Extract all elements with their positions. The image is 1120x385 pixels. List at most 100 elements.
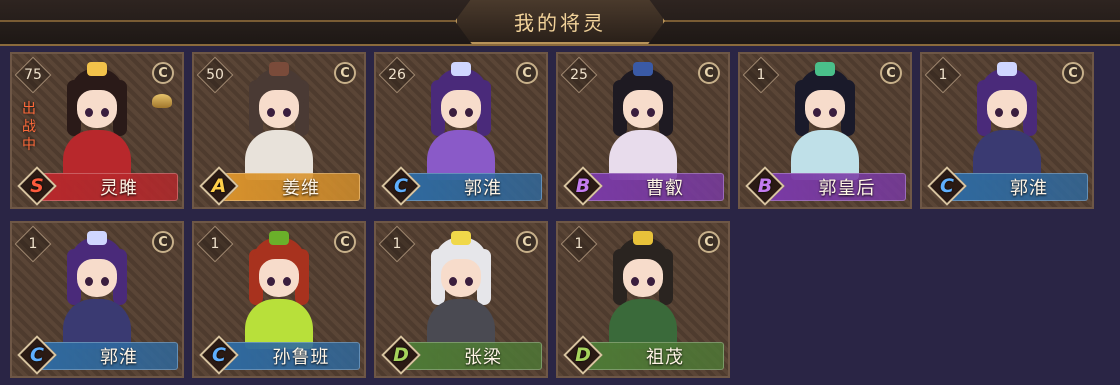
eye-right [101,108,109,117]
spirit-card[interactable]: 75 C 出战中 灵雎 S [10,52,184,209]
grade-badge: B [566,169,600,203]
face [805,90,845,128]
name-bar: 郭淮 [400,173,542,201]
zhangliang-portrait [405,229,517,349]
grade-letter: C [394,175,408,197]
spirit-card[interactable]: 50 C 姜维 A [192,52,366,209]
head-ornament [451,62,471,76]
level-value: 1 [392,236,402,252]
grade-letter: B [757,175,773,197]
currency-icon[interactable]: C [1062,62,1084,84]
name-bar: 祖茂 [582,342,724,370]
grade-badge: C [20,338,54,372]
spirit-name: 郭淮 [464,178,502,199]
level-value: 75 [24,67,42,83]
face [987,90,1027,128]
currency-icon[interactable]: C [334,231,356,253]
name-bar: 张梁 [400,342,542,370]
guohuai-portrait [405,60,517,180]
currency-glyph: C [704,65,714,81]
eye-left [85,277,93,286]
currency-icon[interactable]: C [698,62,720,84]
spirit-name: 郭淮 [100,347,138,368]
spirit-card[interactable]: 26 C 郭淮 C [374,52,548,209]
caorui-portrait [587,60,699,180]
grade-letter: B [575,175,591,197]
name-bar: 灵雎 [36,173,178,201]
currency-icon[interactable]: C [152,62,174,84]
currency-icon[interactable]: C [880,62,902,84]
currency-icon[interactable]: C [334,62,356,84]
head-ornament [87,231,107,245]
level-value: 26 [388,67,406,83]
grade-letter: A [211,175,227,197]
grade-badge: S [20,169,54,203]
currency-glyph: C [886,65,896,81]
guohuai-portrait [41,229,153,349]
face [623,259,663,297]
name-bar: 孙鲁班 [218,342,360,370]
spirit-name: 郭皇后 [818,178,876,199]
name-bar: 郭淮 [36,342,178,370]
lingju-portrait [41,60,153,180]
header-divider-left [0,20,455,22]
grade-letter: S [30,175,44,197]
spirit-card[interactable]: 1 C 祖茂 D [556,221,730,378]
currency-icon[interactable]: C [516,231,538,253]
currency-glyph: C [158,234,168,250]
jiangwei-portrait [223,60,335,180]
grade-badge: B [748,169,782,203]
grade-badge: C [384,169,418,203]
level-value: 1 [938,67,948,83]
currency-glyph: C [340,234,350,250]
face [623,90,663,128]
currency-icon[interactable]: C [152,231,174,253]
spirit-card[interactable]: 1 C 孙鲁班 C [192,221,366,378]
level-value: 1 [210,236,220,252]
spirit-card[interactable]: 1 C 张梁 D [374,221,548,378]
page-title: 我的将灵 [514,10,606,35]
spirit-name: 姜维 [282,178,320,199]
spirit-name: 灵雎 [100,178,138,199]
eye-left [995,108,1003,117]
level-value: 50 [206,67,224,83]
grade-letter: C [940,175,954,197]
head-ornament [451,231,471,245]
eye-left [631,108,639,117]
name-bar: 姜维 [218,173,360,201]
eye-left [449,277,457,286]
head-ornament [815,62,835,76]
head-ornament [997,62,1017,76]
eye-left [631,277,639,286]
eye-right [829,108,837,117]
grade-badge: D [384,338,418,372]
eye-right [465,108,473,117]
guohuai-portrait [951,60,1063,180]
spirit-name: 孙鲁班 [272,347,330,368]
spirit-card[interactable]: 25 C 曹叡 B [556,52,730,209]
spirit-name: 张梁 [464,347,502,368]
top-header-bar: 我的将灵 [0,0,1120,46]
head-ornament [269,231,289,245]
level-value: 25 [570,67,588,83]
spirit-card[interactable]: 1 C 郭皇后 B [738,52,912,209]
name-bar: 郭皇后 [764,173,906,201]
currency-icon[interactable]: C [698,231,720,253]
currency-glyph: C [522,65,532,81]
spirit-name: 祖茂 [646,347,684,368]
grade-badge: C [202,338,236,372]
currency-glyph: C [340,65,350,81]
sunluban-portrait [223,229,335,349]
grade-letter: D [393,344,409,366]
spirit-card[interactable]: 1 C 郭淮 C [10,221,184,378]
face [441,90,481,128]
currency-icon[interactable]: C [516,62,538,84]
zumao-portrait [587,229,699,349]
level-value: 1 [28,236,38,252]
grade-letter: C [30,344,44,366]
title-plate: 我的将灵 [455,0,665,44]
eye-left [449,108,457,117]
face [77,90,117,128]
eye-right [283,277,291,286]
spirit-card[interactable]: 1 C 郭淮 C [920,52,1094,209]
